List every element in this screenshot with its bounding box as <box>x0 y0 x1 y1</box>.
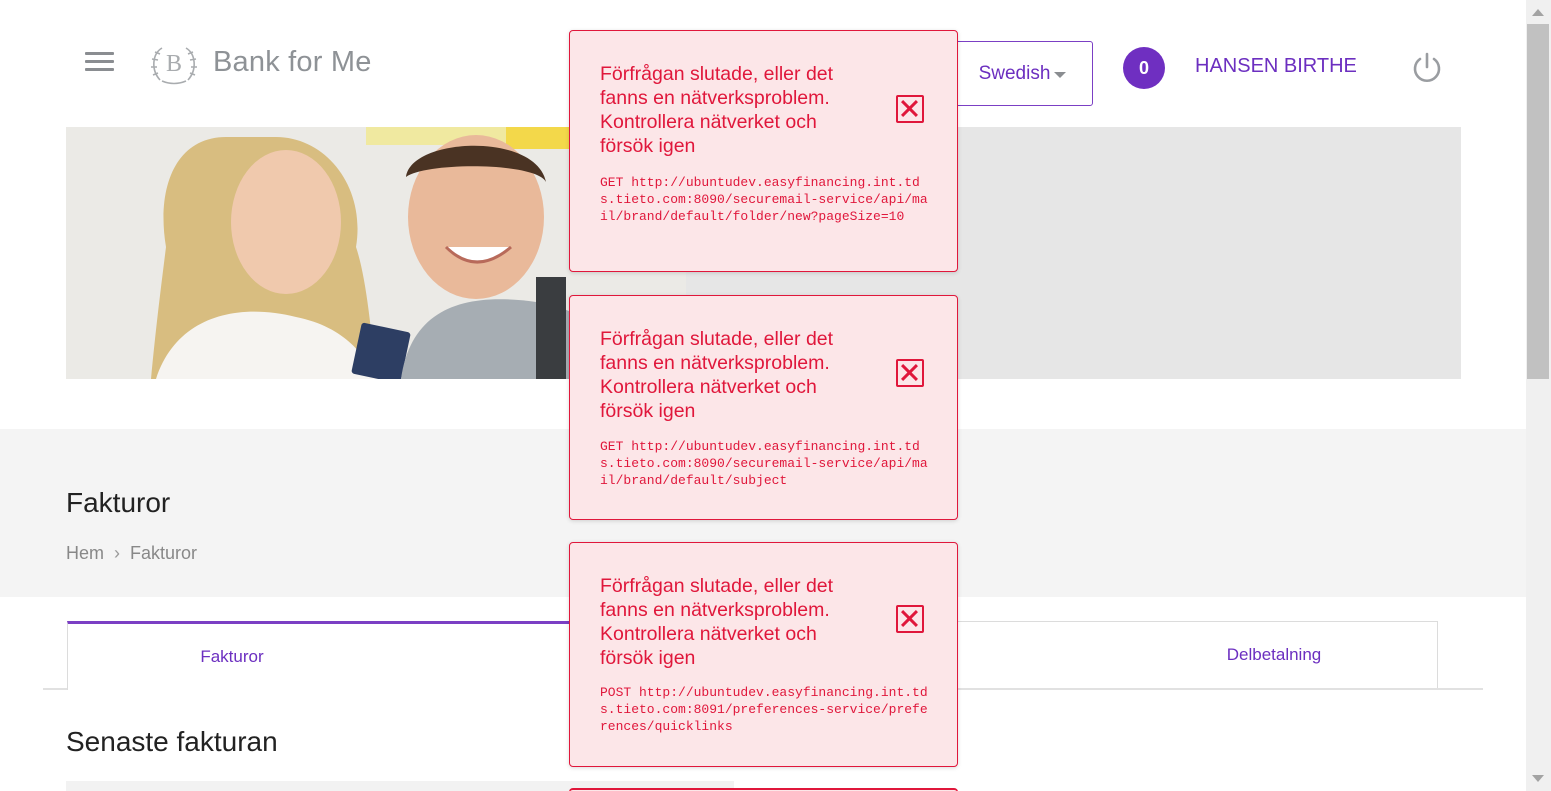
error-request: GET http://ubuntudev.easyfinancing.int.t… <box>600 175 928 224</box>
language-label: Swedish <box>978 62 1051 84</box>
error-toast: Förfrågan slutade, eller det fanns en nä… <box>569 30 958 272</box>
error-toast: Förfrågan slutade, eller det fanns en nä… <box>569 295 958 520</box>
menu-icon[interactable] <box>85 52 114 72</box>
page: B Bank for Me Swedish 0 HANSEN BIRTHE Fa… <box>0 0 1551 791</box>
error-toast: Förfrågan slutade, eller det fanns en nä… <box>569 542 958 767</box>
breadcrumb-separator: › <box>114 543 121 563</box>
error-message: Förfrågan slutade, eller det fanns en nä… <box>600 328 834 422</box>
breadcrumb-home[interactable]: Hem <box>66 543 104 563</box>
language-select[interactable]: Swedish <box>952 41 1093 106</box>
svg-text:B: B <box>166 51 182 77</box>
error-message: Förfrågan slutade, eller det fanns en nä… <box>600 575 834 669</box>
bank-logo-icon[interactable]: B <box>148 40 200 86</box>
close-icon[interactable] <box>896 359 924 387</box>
brand-name[interactable]: Bank for Me <box>213 46 372 79</box>
power-icon[interactable] <box>1410 51 1444 85</box>
page-title: Fakturor <box>66 487 171 518</box>
close-icon[interactable] <box>896 95 924 123</box>
error-request: POST http://ubuntudev.easyfinancing.int.… <box>600 685 928 734</box>
error-request: GET http://ubuntudev.easyfinancing.int.t… <box>600 439 928 488</box>
notification-badge[interactable]: 0 <box>1123 47 1165 89</box>
breadcrumb: Hem › Fakturor <box>66 543 197 564</box>
close-icon[interactable] <box>896 605 924 633</box>
section-title: Senaste fakturan <box>66 726 278 757</box>
scroll-down-icon[interactable] <box>1532 775 1544 782</box>
breadcrumb-current: Fakturor <box>130 543 198 563</box>
scrollbar-thumb[interactable] <box>1527 24 1549 379</box>
scroll-up-icon[interactable] <box>1532 9 1544 16</box>
user-name[interactable]: HANSEN BIRTHE <box>1195 55 1357 78</box>
error-message: Förfrågan slutade, eller det fanns en nä… <box>600 63 834 157</box>
caret-down-icon <box>1054 71 1067 78</box>
tab-delbetalning-label: Delbetalning <box>1226 645 1322 664</box>
